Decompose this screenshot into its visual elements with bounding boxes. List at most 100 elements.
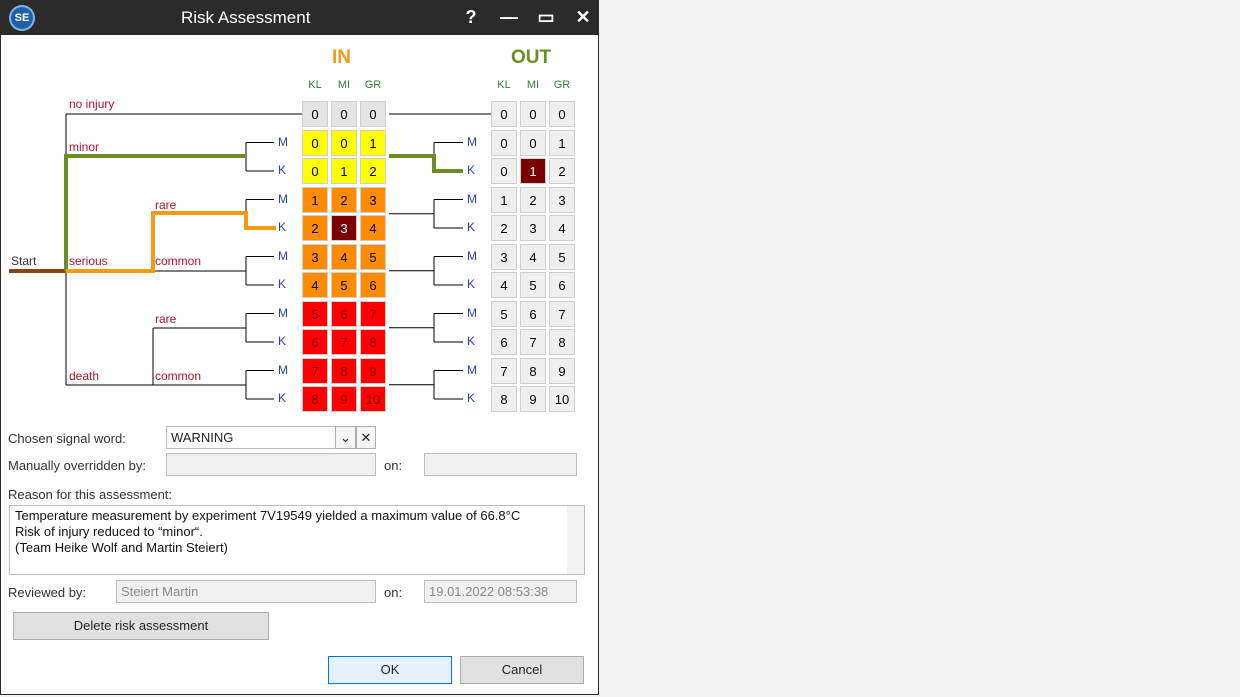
reviewed-date-field[interactable]: 19.01.2022 08:53:38 (424, 580, 577, 603)
in-cell[interactable]: 8 (302, 386, 328, 412)
out-cell[interactable]: 4 (549, 215, 575, 241)
in-cell[interactable]: 4 (302, 272, 328, 298)
in-cell[interactable]: 7 (360, 300, 386, 327)
in-cell[interactable]: 6 (331, 300, 357, 327)
out-cell[interactable]: 0 (491, 129, 517, 156)
out-col-mi: MI (526, 79, 540, 91)
out-cell[interactable]: 9 (549, 357, 575, 384)
out-cell[interactable]: 4 (491, 272, 517, 298)
reason-line: Risk of injury reduced to “minor“. (15, 524, 203, 539)
out-cell[interactable]: 2 (549, 158, 575, 184)
out-cell[interactable]: 8 (549, 329, 575, 355)
in-cell[interactable]: 0 (302, 101, 328, 127)
in-cell[interactable]: 4 (360, 215, 386, 241)
rare-label-death: rare (155, 312, 177, 326)
in-cell[interactable]: 0 (302, 158, 328, 184)
in-cell[interactable]: 3 (302, 243, 328, 270)
in-cell[interactable]: 9 (360, 357, 386, 384)
reviewed-label: Reviewed by: (8, 585, 87, 600)
in-cell[interactable]: 6 (360, 272, 386, 298)
out-cell[interactable]: 2 (491, 215, 517, 241)
overridden-field[interactable] (166, 453, 376, 476)
in-cell[interactable]: 6 (302, 329, 328, 355)
row-marker: M (278, 305, 288, 320)
in-cell[interactable]: 2 (331, 186, 357, 213)
out-cell[interactable]: 8 (520, 357, 546, 384)
overridden-on-label: on: (384, 458, 403, 473)
in-cell[interactable]: 5 (331, 272, 357, 298)
in-cell[interactable]: 1 (331, 158, 357, 184)
out-cell[interactable]: 0 (549, 101, 575, 127)
in-cell[interactable]: 3 (331, 215, 357, 241)
overridden-date-field[interactable] (424, 453, 577, 476)
in-cell[interactable]: 0 (331, 129, 357, 156)
delete-assessment-button[interactable]: Delete risk assessment (13, 612, 269, 640)
ok-button[interactable]: OK (328, 656, 452, 684)
out-cell[interactable]: 6 (520, 300, 546, 327)
out-cell[interactable]: 3 (520, 215, 546, 241)
in-cell[interactable]: 3 (360, 186, 386, 213)
out-cell[interactable]: 2 (520, 186, 546, 213)
reason-line: Temperature measurement by experiment 7V… (15, 508, 521, 523)
in-cell[interactable]: 5 (360, 243, 386, 270)
out-cell[interactable]: 1 (491, 186, 517, 213)
in-cell[interactable]: 7 (302, 357, 328, 384)
out-cell[interactable]: 0 (520, 101, 546, 127)
in-cell[interactable]: 2 (360, 158, 386, 184)
out-col-kl: KL (497, 79, 511, 91)
in-cell[interactable]: 2 (302, 215, 328, 241)
row-marker: K (278, 277, 287, 291)
in-cell[interactable]: 8 (360, 329, 386, 355)
row-marker: K (467, 277, 476, 291)
in-cell[interactable]: 10 (360, 386, 386, 412)
clear-icon[interactable]: ✕ (356, 426, 376, 449)
reviewed-field[interactable]: Steiert Martin (116, 580, 376, 603)
reason-line: (Team Heike Wolf and Martin Steiert) (15, 540, 228, 555)
reason-scrollbar[interactable] (567, 506, 584, 574)
out-cell[interactable]: 0 (491, 101, 517, 127)
out-cell[interactable]: 6 (549, 272, 575, 298)
in-cell[interactable]: 0 (302, 129, 328, 156)
common-label-serious: common (155, 254, 202, 268)
in-cell[interactable]: 9 (331, 386, 357, 412)
out-cell[interactable]: 10 (549, 386, 575, 412)
row-marker: M (467, 305, 477, 320)
out-cell[interactable]: 0 (520, 129, 546, 156)
risk-assessment-window: SE Risk Assessment ? — ▭ ✕ IN OUT KL MI … (0, 0, 599, 695)
out-cell[interactable]: 0 (491, 158, 517, 184)
in-cell[interactable]: 7 (331, 329, 357, 355)
out-cell[interactable]: 3 (491, 243, 517, 270)
out-cell[interactable]: 5 (549, 243, 575, 270)
out-cell[interactable]: 5 (491, 300, 517, 327)
row-marker: M (278, 191, 288, 206)
signal-word-select[interactable]: WARNING (166, 426, 336, 449)
row-marker: K (467, 163, 476, 177)
in-cell[interactable]: 5 (302, 300, 328, 327)
cancel-button[interactable]: Cancel (460, 656, 584, 684)
out-cell[interactable]: 7 (491, 357, 517, 384)
in-cell[interactable]: 0 (360, 101, 386, 127)
row-marker: M (467, 191, 477, 206)
out-cell[interactable]: 9 (520, 386, 546, 412)
reason-textarea[interactable]: Temperature measurement by experiment 7V… (9, 505, 585, 575)
in-cell[interactable]: 1 (360, 129, 386, 156)
in-cell[interactable]: 0 (331, 101, 357, 127)
chevron-down-icon[interactable]: ⌄ (335, 426, 356, 449)
out-cell[interactable]: 8 (491, 386, 517, 412)
in-cell[interactable]: 1 (302, 186, 328, 213)
out-cell[interactable]: 7 (549, 300, 575, 327)
in-cell[interactable]: 8 (331, 357, 357, 384)
out-cell[interactable]: 1 (549, 129, 575, 156)
out-cell[interactable]: 3 (549, 186, 575, 213)
no-injury-label: no injury (69, 97, 115, 111)
out-cell[interactable]: 6 (491, 329, 517, 355)
in-cell[interactable]: 4 (331, 243, 357, 270)
out-cell[interactable]: 1 (520, 158, 546, 184)
out-cell[interactable]: 4 (520, 243, 546, 270)
row-marker: M (278, 362, 288, 377)
row-marker: M (467, 248, 477, 263)
out-cell[interactable]: 7 (520, 329, 546, 355)
out-cell[interactable]: 5 (520, 272, 546, 298)
row-marker: K (467, 334, 476, 348)
in-col-kl: KL (308, 79, 322, 91)
